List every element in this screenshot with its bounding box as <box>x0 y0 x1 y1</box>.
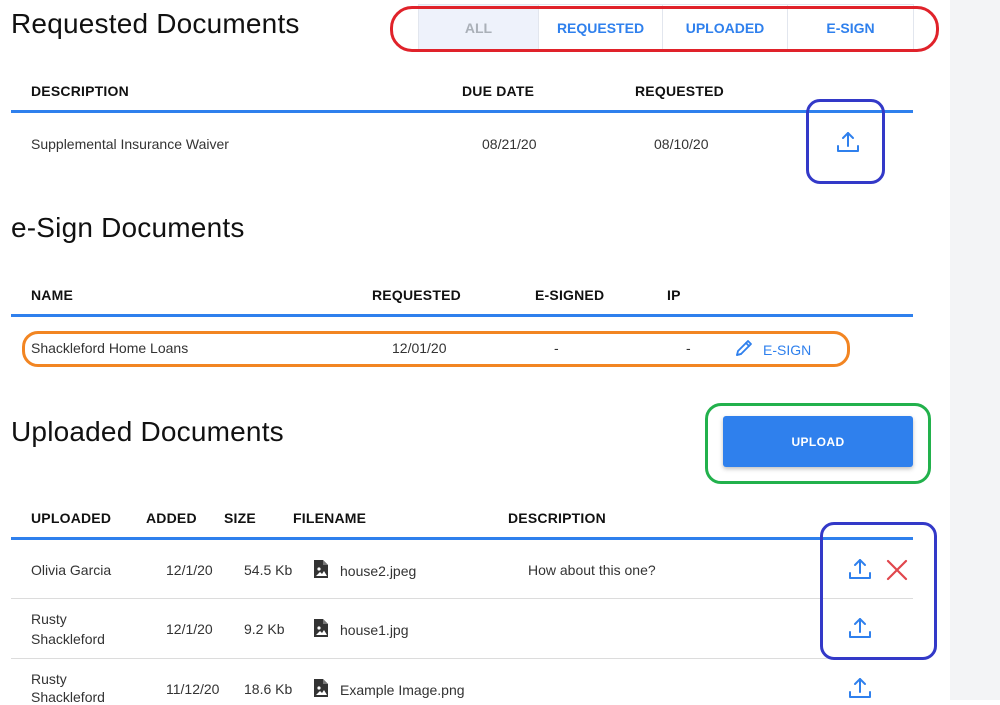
column-header-requested: REQUESTED <box>635 83 724 99</box>
row-divider <box>11 598 913 599</box>
filename-cell[interactable]: house2.jpeg <box>312 559 416 582</box>
filename-text: house1.jpg <box>340 621 409 638</box>
column-header-description: DESCRIPTION <box>31 83 129 99</box>
upload-button[interactable]: UPLOAD <box>723 416 913 467</box>
upload-arrow-icon[interactable] <box>846 674 874 702</box>
uploaded-documents-title: Uploaded Documents <box>11 416 284 447</box>
upload-arrow-icon[interactable] <box>846 555 874 583</box>
close-x-icon[interactable] <box>883 556 911 584</box>
filename-text: Example Image.png <box>340 681 465 698</box>
uploader-name: Olivia Garcia <box>31 562 112 578</box>
filename-cell[interactable]: Example Image.png <box>312 678 465 701</box>
column-header-filename: FILENAME <box>293 510 367 526</box>
column-header-ip: IP <box>667 287 681 303</box>
esign-requested-date: 12/01/20 <box>392 340 447 356</box>
file-description: How about this one? <box>528 562 656 578</box>
filename-cell[interactable]: house1.jpg <box>312 618 409 641</box>
annotation-blue-outline <box>820 522 937 660</box>
esign-name: Shackleford Home Loans <box>31 340 189 356</box>
filter-tabs: ALL REQUESTED UPLOADED E-SIGN <box>418 4 914 52</box>
file-size: 9.2 Kb <box>244 621 285 637</box>
pencil-icon <box>733 337 755 362</box>
column-header-esigned: E-SIGNED <box>535 287 605 303</box>
column-header-uploaded: UPLOADED <box>31 510 112 526</box>
file-size: 18.6 Kb <box>244 681 293 697</box>
requested-date: 08/10/20 <box>654 136 709 152</box>
esign-ip-value: - <box>686 340 691 356</box>
column-header-name: NAME <box>31 287 74 303</box>
image-file-icon <box>312 559 330 582</box>
column-header-size: SIZE <box>224 510 256 526</box>
table-header-rule <box>11 110 913 113</box>
right-gutter <box>950 0 1000 700</box>
row-divider <box>11 658 913 659</box>
added-date: 12/1/20 <box>166 621 213 637</box>
column-header-due-date: DUE DATE <box>462 83 535 99</box>
tab-all[interactable]: ALL <box>419 5 539 51</box>
esign-link[interactable]: E-SIGN <box>733 337 811 362</box>
requested-description: Supplemental Insurance Waiver <box>31 136 229 152</box>
esign-signed-value: - <box>554 340 559 356</box>
uploader-last-name: Shackleford <box>31 689 105 705</box>
table-header-rule <box>11 314 913 317</box>
file-size: 54.5 Kb <box>244 562 293 578</box>
upload-arrow-icon[interactable] <box>846 614 874 642</box>
added-date: 12/1/20 <box>166 562 213 578</box>
column-header-description: DESCRIPTION <box>508 510 606 526</box>
upload-arrow-icon[interactable] <box>834 128 862 156</box>
tab-esign[interactable]: E-SIGN <box>788 5 913 51</box>
uploader-first-name: Rusty <box>31 611 67 627</box>
requested-due-date: 08/21/20 <box>482 136 537 152</box>
uploader-first-name: Rusty <box>31 671 67 687</box>
column-header-requested: REQUESTED <box>372 287 461 303</box>
requested-documents-title: Requested Documents <box>11 8 300 39</box>
filename-text: house2.jpeg <box>340 562 417 579</box>
table-header-rule <box>11 537 913 540</box>
added-date: 11/12/20 <box>166 681 220 697</box>
tab-requested[interactable]: REQUESTED <box>539 5 663 51</box>
image-file-icon <box>312 618 330 641</box>
esign-documents-title: e-Sign Documents <box>11 212 245 243</box>
esign-link-label: E-SIGN <box>763 341 812 358</box>
uploader-last-name: Shackleford <box>31 631 105 647</box>
image-file-icon <box>312 678 330 701</box>
column-header-added: ADDED <box>146 510 197 526</box>
tab-uploaded[interactable]: UPLOADED <box>663 5 788 51</box>
